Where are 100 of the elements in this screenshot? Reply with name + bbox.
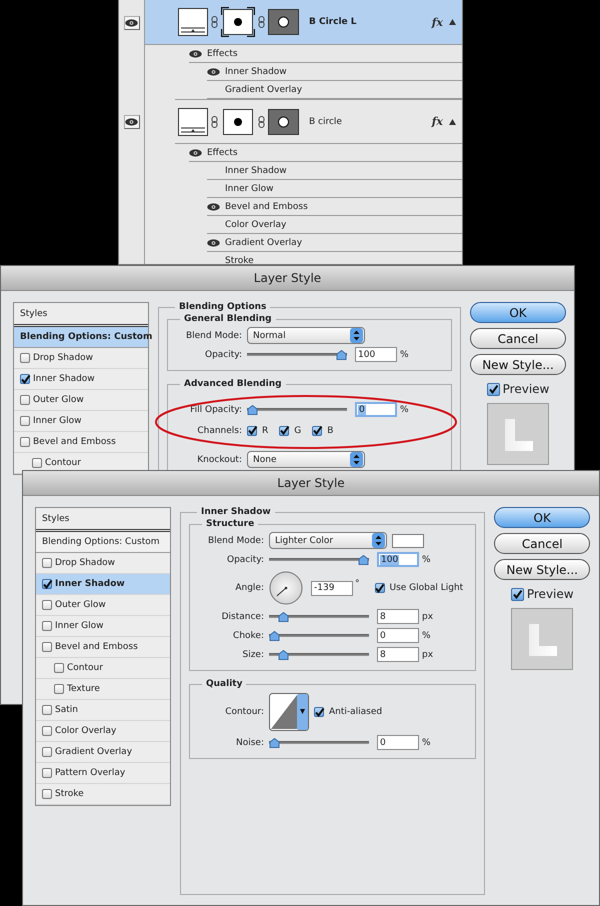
style-list-item[interactable]: Satin — [36, 700, 170, 721]
style-list-item[interactable]: Contour — [36, 658, 170, 679]
style-list-item[interactable]: Color Overlay — [36, 721, 170, 742]
style-list-item[interactable]: Drop Shadow — [14, 348, 148, 369]
style-list-item[interactable]: Inner Glow — [14, 411, 148, 432]
slider-thumb[interactable] — [278, 612, 289, 622]
eye-icon[interactable] — [207, 68, 220, 76]
effects-label[interactable]: Effects — [207, 148, 238, 158]
style-list-item[interactable]: Texture — [36, 679, 170, 700]
checkbox[interactable] — [42, 579, 52, 589]
style-list-item[interactable]: Blending Options: Custom — [36, 532, 170, 553]
style-list-item[interactable]: Outer Glow — [14, 390, 148, 411]
value-field[interactable]: 0 — [377, 628, 419, 643]
checkbox[interactable] — [20, 374, 30, 384]
layer-thumbnail[interactable] — [178, 108, 208, 136]
effect-name[interactable]: Stroke — [225, 256, 254, 264]
value-field[interactable]: 100 — [377, 552, 419, 567]
checkbox[interactable] — [42, 789, 52, 799]
checkbox[interactable] — [42, 558, 52, 568]
push-button[interactable]: New Style... — [494, 559, 590, 580]
style-list-item[interactable]: Bevel and Emboss — [36, 637, 170, 658]
checkbox[interactable] — [20, 395, 30, 405]
checkbox[interactable] — [42, 600, 52, 610]
style-list-item[interactable]: Outer Glow — [36, 595, 170, 616]
checkbox[interactable] — [279, 426, 290, 436]
checkbox[interactable] — [54, 684, 64, 694]
eye-icon[interactable] — [189, 50, 202, 58]
fx-badge[interactable]: fx — [432, 16, 443, 28]
slider-thumb[interactable] — [358, 554, 369, 564]
style-list-item[interactable]: Inner Glow — [36, 616, 170, 637]
checkbox[interactable] — [20, 416, 30, 426]
checkbox[interactable] — [42, 705, 52, 715]
style-list-item[interactable]: Bevel and Emboss — [14, 432, 148, 453]
push-button[interactable]: OK — [494, 507, 590, 528]
eye-icon[interactable] — [207, 202, 220, 210]
style-list-item[interactable]: Pattern Overlay — [36, 763, 170, 784]
link-icon[interactable] — [211, 116, 218, 128]
disclosure-triangle[interactable] — [449, 19, 456, 25]
checkbox[interactable] — [42, 726, 52, 736]
dropdown[interactable]: Lighter Color — [269, 532, 387, 549]
eye-icon[interactable] — [207, 238, 220, 246]
checkbox[interactable] — [510, 588, 524, 600]
style-list-item[interactable]: Gradient Overlay — [36, 742, 170, 763]
checkbox[interactable] — [314, 707, 324, 717]
fx-badge[interactable]: fx — [432, 115, 443, 128]
push-button[interactable]: OK — [470, 302, 566, 323]
contour-picker[interactable] — [269, 693, 309, 731]
style-list-item[interactable]: Inner Shadow — [14, 369, 148, 390]
push-button[interactable]: Cancel — [494, 533, 590, 554]
link-icon[interactable] — [258, 116, 265, 128]
mask-thumbnail[interactable] — [221, 106, 255, 136]
value-field[interactable]: 0 — [355, 402, 397, 417]
eye-icon[interactable] — [189, 148, 202, 156]
checkbox[interactable] — [54, 663, 64, 673]
layer-row[interactable]: B circle fx — [175, 99, 462, 144]
disclosure-triangle[interactable] — [449, 118, 456, 124]
visibility-toggle[interactable] — [124, 114, 140, 128]
effect-name[interactable]: Inner Shadow — [225, 166, 287, 176]
value-field[interactable]: 8 — [377, 609, 419, 624]
checkbox[interactable] — [486, 382, 500, 396]
value-field[interactable]: 100 — [355, 347, 397, 362]
vector-mask-thumbnail[interactable] — [268, 108, 299, 134]
style-list-item[interactable]: Stroke — [36, 784, 170, 805]
effect-name[interactable]: Bevel and Emboss — [225, 202, 308, 212]
link-icon[interactable] — [211, 16, 218, 28]
checkbox[interactable] — [20, 353, 30, 363]
value-field[interactable]: 8 — [377, 647, 419, 662]
effect-name[interactable]: Gradient Overlay — [225, 238, 302, 248]
checkbox[interactable] — [42, 768, 52, 778]
value-field[interactable]: -139 — [311, 580, 353, 596]
dropdown[interactable]: None — [247, 451, 365, 468]
slider-thumb[interactable] — [278, 650, 289, 660]
checkbox[interactable] — [42, 621, 52, 631]
checkbox[interactable] — [312, 426, 322, 436]
effect-name[interactable]: Inner Shadow — [225, 66, 287, 76]
value-field[interactable]: 0 — [377, 735, 419, 750]
checkbox[interactable] — [374, 583, 384, 593]
slider-thumb[interactable] — [336, 350, 347, 360]
effect-name[interactable]: Gradient Overlay — [225, 84, 302, 94]
effect-name[interactable]: Inner Glow — [225, 184, 274, 194]
visibility-toggle[interactable] — [124, 16, 140, 30]
checkbox[interactable] — [42, 642, 52, 652]
effect-name[interactable]: Color Overlay — [225, 220, 286, 230]
dropdown[interactable]: Normal — [247, 327, 365, 344]
checkbox[interactable] — [32, 458, 42, 468]
layer-row[interactable]: B Circle L fx — [145, 0, 462, 45]
checkbox[interactable] — [42, 747, 52, 757]
layer-thumbnail[interactable] — [178, 8, 208, 36]
link-icon[interactable] — [258, 16, 265, 28]
color-swatch[interactable] — [392, 534, 424, 548]
angle-dial[interactable] — [269, 571, 303, 605]
slider-thumb[interactable] — [247, 404, 258, 414]
push-button[interactable]: Cancel — [470, 328, 566, 349]
slider-thumb[interactable] — [269, 630, 280, 640]
checkbox[interactable] — [247, 426, 257, 436]
mask-thumbnail[interactable] — [221, 7, 255, 37]
push-button[interactable]: New Style... — [470, 354, 566, 375]
style-list-item[interactable]: Inner Shadow — [36, 574, 170, 595]
effects-label[interactable]: Effects — [207, 48, 238, 58]
vector-mask-thumbnail[interactable] — [268, 9, 299, 35]
